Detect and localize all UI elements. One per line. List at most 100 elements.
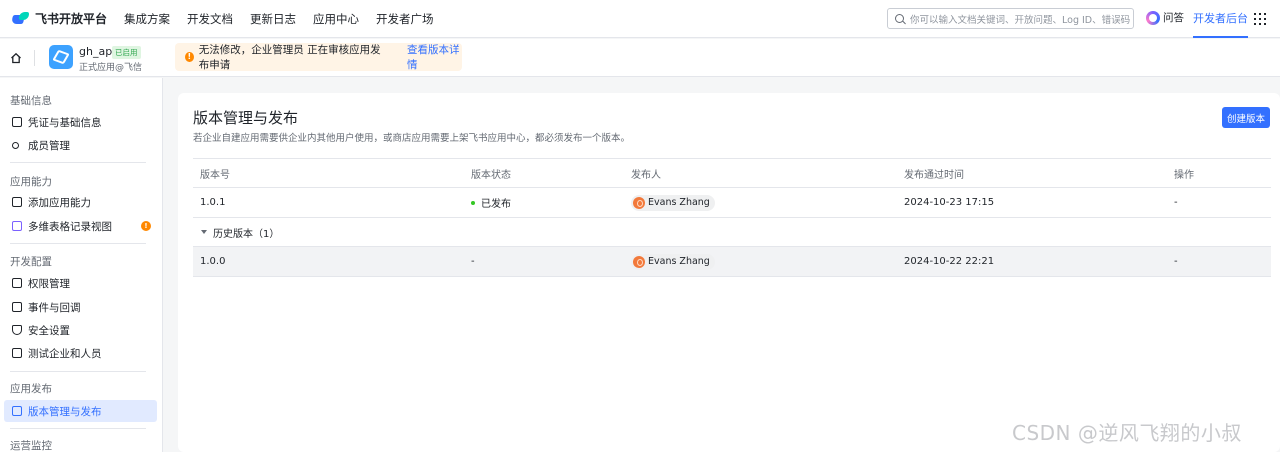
table-row[interactable]: 1.0.1 已发布 Evans Zhang 2024-10-23 17:15 - <box>193 188 1271 218</box>
publisher-chip[interactable]: Evans Zhang <box>631 194 715 211</box>
top-nav: 飞书开放平台 集成方案 开发文档 更新日志 应用中心 开发者广场 你可以输入文档… <box>0 0 1280 38</box>
sidebar-item-add-capability[interactable]: 添加应用能力 <box>4 191 157 213</box>
app-avatar <box>49 45 73 69</box>
column-header-status: 版本状态 <box>471 169 511 181</box>
upload-icon <box>12 406 22 416</box>
sidebar-item-test-users[interactable]: 测试企业和人员 <box>4 342 157 364</box>
event-icon <box>12 302 22 312</box>
header-divider <box>34 50 35 66</box>
search-placeholder: 你可以输入文档关键词、开放问题、Log ID、错误码 <box>910 14 1131 26</box>
publisher-name: Evans Zhang <box>648 197 710 208</box>
id-card-icon <box>12 117 22 127</box>
column-header-actions: 操作 <box>1174 169 1194 181</box>
dev-backend-tab[interactable]: 开发者后台 <box>1193 0 1248 38</box>
page-title: 版本管理与发布 <box>193 109 299 127</box>
status-label: 已发布 <box>481 199 511 210</box>
brand-logo[interactable]: 飞书开放平台 <box>12 10 124 27</box>
sidebar-item-label: 测试企业和人员 <box>28 347 102 360</box>
row-action: - <box>1174 197 1178 208</box>
nav-link-solutions[interactable]: 集成方案 <box>124 11 170 27</box>
table-icon <box>12 221 22 231</box>
notice-text: 无法修改，企业管理员 正在审核应用发布申请 <box>198 44 381 71</box>
sidebar-item-events[interactable]: 事件与回调 <box>4 296 157 318</box>
user-icon <box>12 141 19 149</box>
version-table: 版本号 版本状态 发布人 发布通过时间 操作 1.0.1 已发布 Evans Z… <box>193 158 1271 277</box>
publisher-name: Evans Zhang <box>648 256 710 267</box>
sidebar-section-dev-config: 开发配置 <box>10 256 52 268</box>
version-number: 1.0.0 <box>200 256 226 267</box>
review-notice: ! 无法修改，企业管理员 正在审核应用发布申请 查看版本详情 <box>175 43 462 71</box>
ask-button[interactable]: 问答 <box>1146 10 1184 25</box>
app-status-badge: 已启用 <box>112 46 141 59</box>
view-version-details-link[interactable]: 查看版本详情 <box>407 42 462 72</box>
create-version-button[interactable]: 创建版本 <box>1222 107 1270 128</box>
cube-icon <box>52 49 70 65</box>
sidebar-item-label: 添加应用能力 <box>28 196 91 209</box>
version-number: 1.0.1 <box>200 197 226 208</box>
sidebar: 基础信息 凭证与基础信息 成员管理 应用能力 添加应用能力 多维表格记录视图 !… <box>0 78 163 452</box>
publish-time: 2024-10-22 22:21 <box>904 256 995 267</box>
column-header-version: 版本号 <box>200 169 230 181</box>
sidebar-section-release: 应用发布 <box>10 383 52 395</box>
app-grid-icon[interactable] <box>1254 13 1266 25</box>
version-status: - <box>471 256 475 267</box>
sidebar-item-label: 多维表格记录视图 <box>28 220 112 233</box>
publisher-cell: Evans Zhang <box>631 188 715 217</box>
publisher-cell: Evans Zhang <box>631 247 715 276</box>
nav-link-app-center[interactable]: 应用中心 <box>313 11 359 27</box>
sidebar-section-basic: 基础信息 <box>10 95 52 107</box>
lock-icon <box>12 278 22 288</box>
nav-link-docs[interactable]: 开发文档 <box>187 11 233 27</box>
sidebar-section-capabilities: 应用能力 <box>10 176 52 188</box>
search-input[interactable]: 你可以输入文档关键词、开放问题、Log ID、错误码 <box>887 8 1134 29</box>
publish-time: 2024-10-23 17:15 <box>904 197 995 208</box>
ask-label: 问答 <box>1163 12 1184 24</box>
sidebar-item-label: 权限管理 <box>28 277 70 290</box>
history-label: 历史版本（1） <box>213 228 280 240</box>
sidebar-item-bitable-view[interactable]: 多维表格记录视图 ! <box>4 215 157 237</box>
app-header: gh_app 已启用 正式应用@飞信 ! 无法修改，企业管理员 正在审核应用发布… <box>0 39 1280 77</box>
sidebar-item-label: 成员管理 <box>28 139 70 152</box>
brand-name: 飞书开放平台 <box>35 12 108 26</box>
nav-link-changelog[interactable]: 更新日志 <box>250 11 296 27</box>
sidebar-item-security[interactable]: 安全设置 <box>4 319 157 341</box>
sidebar-item-credentials[interactable]: 凭证与基础信息 <box>4 111 157 133</box>
sidebar-divider <box>10 428 146 429</box>
sidebar-item-label: 安全设置 <box>28 324 70 337</box>
column-header-publisher: 发布人 <box>631 169 661 181</box>
home-icon[interactable] <box>10 52 22 64</box>
page-description: 若企业自建应用需要供企业内其他用户使用，或商店应用需要上架飞书应用中心，都必须发… <box>193 133 631 144</box>
avatar <box>633 255 645 268</box>
version-management-card: 版本管理与发布 若企业自建应用需要供企业内其他用户使用，或商店应用需要上架飞书应… <box>178 93 1280 452</box>
nav-links: 集成方案 开发文档 更新日志 应用中心 开发者广场 <box>124 11 451 27</box>
table-row[interactable]: 1.0.0 - Evans Zhang 2024-10-22 22:21 - <box>193 247 1271 277</box>
sidebar-item-label: 凭证与基础信息 <box>28 116 102 129</box>
sidebar-item-label: 版本管理与发布 <box>28 405 102 418</box>
grid-plus-icon <box>12 197 22 207</box>
sidebar-divider <box>10 243 146 244</box>
code-icon <box>12 348 22 358</box>
nav-link-dev-plaza[interactable]: 开发者广场 <box>376 11 434 27</box>
history-toggle[interactable]: 历史版本（1） <box>193 218 1271 247</box>
ai-assistant-icon <box>1146 10 1160 25</box>
sidebar-divider <box>10 162 146 163</box>
status-dot <box>471 200 475 205</box>
caret-down-icon <box>201 230 207 234</box>
sidebar-item-members[interactable]: 成员管理 <box>4 134 157 156</box>
publisher-chip[interactable]: Evans Zhang <box>631 253 715 270</box>
search-icon <box>895 14 904 23</box>
table-header: 版本号 版本状态 发布人 发布通过时间 操作 <box>193 158 1271 188</box>
feishu-logo-icon <box>12 11 30 26</box>
app-subtitle: 正式应用@飞信 <box>79 63 143 73</box>
column-header-time: 发布通过时间 <box>904 169 964 181</box>
row-action: - <box>1174 256 1178 267</box>
avatar <box>633 196 645 209</box>
shield-icon <box>12 325 22 335</box>
version-status: 已发布 <box>471 188 511 217</box>
sidebar-item-permissions[interactable]: 权限管理 <box>4 272 157 294</box>
sidebar-divider <box>10 371 146 372</box>
sidebar-item-label: 事件与回调 <box>28 301 81 314</box>
csdn-watermark: CSDN @逆风飞翔的小叔 <box>1012 421 1242 445</box>
sidebar-item-version-release[interactable]: 版本管理与发布 <box>4 400 157 422</box>
warning-icon: ! <box>185 52 194 62</box>
